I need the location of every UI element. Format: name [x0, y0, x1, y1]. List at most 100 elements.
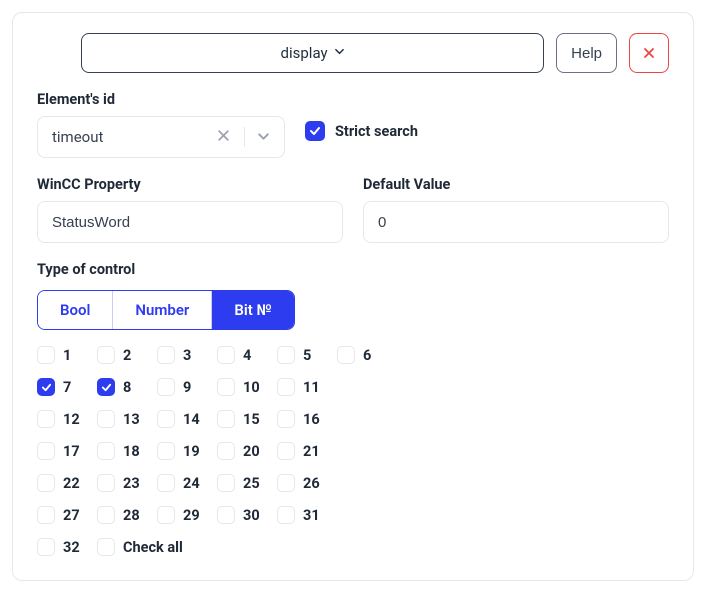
bit-label: 28 — [123, 507, 140, 524]
bit-checkbox[interactable] — [277, 506, 295, 524]
chevron-down-icon — [334, 43, 345, 61]
bit-checkbox[interactable] — [277, 378, 295, 396]
bit-item: 8 — [97, 378, 145, 396]
bit-checkbox[interactable] — [157, 378, 175, 396]
bit-item: 14 — [157, 410, 205, 428]
type-of-control-section: Type of control Bool Number Bit № 123456… — [37, 261, 669, 556]
top-row: display Help — [37, 33, 669, 73]
bit-checkbox[interactable] — [97, 346, 115, 364]
bit-item: 9 — [157, 378, 205, 396]
bit-item: 12 — [37, 410, 85, 428]
bits-row: 7 8 9 10 11 — [37, 378, 669, 396]
bit-checkbox[interactable] — [217, 410, 235, 428]
bit-label: 9 — [183, 379, 191, 396]
bit-item: 32 — [37, 538, 85, 556]
bit-label: 13 — [123, 411, 140, 428]
bit-item: 22 — [37, 474, 85, 492]
bit-item: 10 — [217, 378, 265, 396]
bit-item: 3 — [157, 346, 205, 364]
bits-row: 2728293031 — [37, 506, 669, 524]
bit-item: 28 — [97, 506, 145, 524]
bit-label: 12 — [63, 411, 80, 428]
bit-label: 4 — [243, 347, 251, 364]
bit-label: 8 — [123, 379, 131, 396]
bit-item: 18 — [97, 442, 145, 460]
clear-icon[interactable] — [211, 127, 236, 147]
wincc-property-input[interactable] — [37, 201, 343, 243]
bit-label: 2 — [123, 347, 131, 364]
bit-checkbox[interactable] — [37, 506, 55, 524]
bit-label: 11 — [303, 379, 320, 396]
bit-label: 22 — [63, 475, 80, 492]
bit-checkbox[interactable] — [97, 506, 115, 524]
bit-checkbox[interactable] — [217, 442, 235, 460]
bits-row: 32 Check all — [37, 538, 669, 556]
checkall-checkbox[interactable] — [97, 538, 115, 556]
bit-label: 3 — [183, 347, 191, 364]
bits-row: 12 13 14 15 16 — [37, 410, 669, 428]
bit-item: 20 — [217, 442, 265, 460]
bit-item: 11 — [277, 378, 325, 396]
bit-checkbox[interactable] — [217, 474, 235, 492]
segment-bool[interactable]: Bool — [38, 291, 113, 329]
bit-checkbox[interactable] — [97, 474, 115, 492]
bits-row: 123456 — [37, 346, 669, 364]
bit-item-checkall: Check all — [97, 538, 183, 556]
bit-checkbox[interactable] — [37, 442, 55, 460]
help-button[interactable]: Help — [556, 33, 617, 73]
bit-label: 10 — [243, 379, 260, 396]
bit-checkbox[interactable] — [157, 474, 175, 492]
segment-bit[interactable]: Bit № — [212, 291, 293, 329]
bit-checkbox[interactable] — [37, 538, 55, 556]
display-dropdown[interactable]: display — [81, 33, 544, 73]
bits-grid: 1234567891011121314151617181920212223242… — [37, 346, 669, 556]
element-id-combo[interactable]: timeout — [37, 116, 285, 158]
type-segmented-control: Bool Number Bit № — [37, 290, 295, 330]
config-card: display Help Element's id timeout — [12, 12, 694, 581]
bit-item: 15 — [217, 410, 265, 428]
bit-checkbox[interactable] — [217, 346, 235, 364]
bit-label: 23 — [123, 475, 140, 492]
bit-checkbox[interactable] — [157, 442, 175, 460]
chevron-down-icon[interactable] — [253, 128, 274, 147]
bit-checkbox[interactable] — [97, 410, 115, 428]
bit-checkbox[interactable] — [37, 378, 55, 396]
bit-checkbox[interactable] — [37, 346, 55, 364]
bit-checkbox[interactable] — [277, 346, 295, 364]
bit-item: 30 — [217, 506, 265, 524]
bit-label: 6 — [363, 347, 371, 364]
bit-label: 1 — [63, 347, 71, 364]
segment-number[interactable]: Number — [113, 291, 212, 329]
bit-item: 26 — [277, 474, 325, 492]
bit-item: 6 — [337, 346, 385, 364]
bit-label: 16 — [303, 411, 320, 428]
default-value-label: Default Value — [363, 176, 669, 193]
bit-label: 20 — [243, 443, 260, 460]
bit-checkbox[interactable] — [157, 506, 175, 524]
close-button[interactable] — [629, 33, 669, 73]
bit-label: 29 — [183, 507, 200, 524]
bit-checkbox[interactable] — [37, 410, 55, 428]
bit-checkbox[interactable] — [277, 410, 295, 428]
strict-search-checkbox[interactable] — [305, 121, 325, 141]
bit-checkbox[interactable] — [97, 378, 115, 396]
bit-checkbox[interactable] — [217, 506, 235, 524]
bit-checkbox[interactable] — [277, 442, 295, 460]
checkall-label: Check all — [123, 539, 183, 556]
bit-checkbox[interactable] — [157, 410, 175, 428]
bit-checkbox[interactable] — [337, 346, 355, 364]
bit-item: 21 — [277, 442, 325, 460]
bit-checkbox[interactable] — [277, 474, 295, 492]
bit-checkbox[interactable] — [217, 378, 235, 396]
bit-item: 29 — [157, 506, 205, 524]
close-icon — [643, 44, 655, 63]
bit-checkbox[interactable] — [157, 346, 175, 364]
default-value-input[interactable] — [363, 201, 669, 243]
bit-checkbox[interactable] — [97, 442, 115, 460]
element-id-value: timeout — [52, 128, 203, 146]
bit-label: 19 — [183, 443, 200, 460]
bit-checkbox[interactable] — [37, 474, 55, 492]
bit-item: 31 — [277, 506, 325, 524]
bits-row: 2223242526 — [37, 474, 669, 492]
bit-item: 7 — [37, 378, 85, 396]
